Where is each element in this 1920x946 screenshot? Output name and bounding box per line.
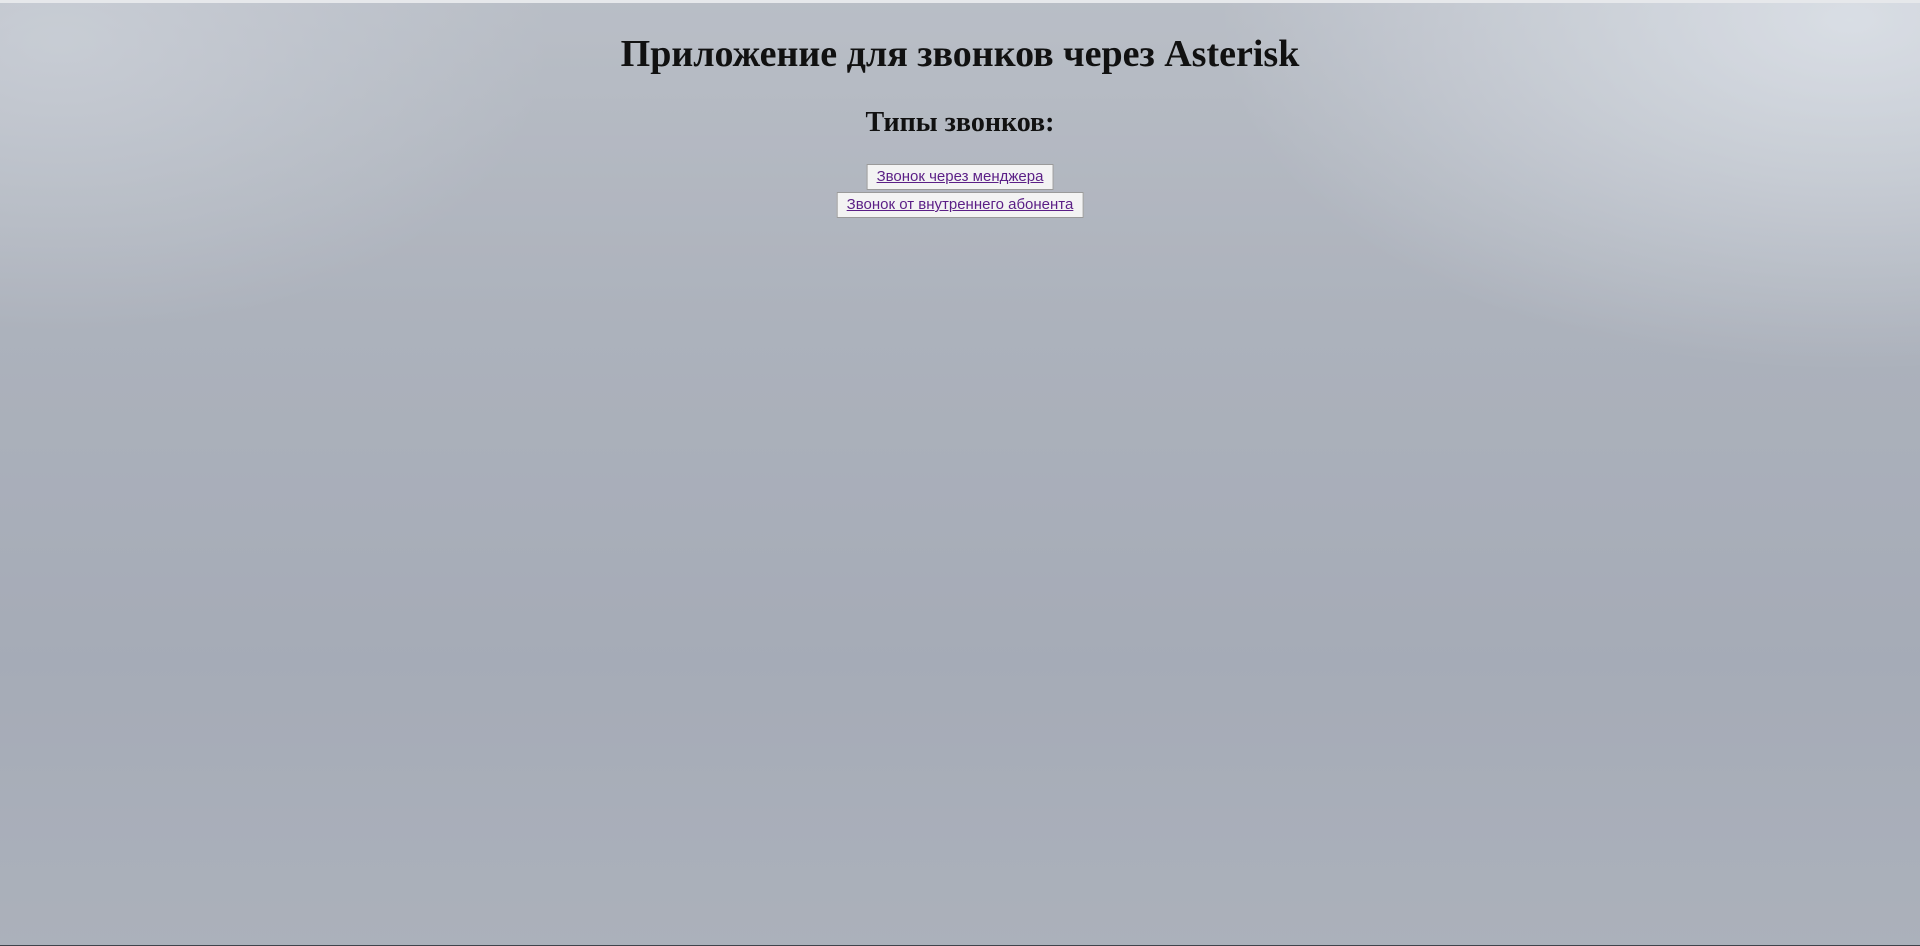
call-types-heading: Типы звонков: (865, 107, 1055, 138)
top-border (0, 0, 1920, 3)
call-from-internal-subscriber-link[interactable]: Звонок от внутреннего абонента (836, 192, 1084, 218)
leather-texture-background (0, 0, 1920, 946)
page-title: Приложение для звонков через Asterisk (620, 33, 1300, 75)
call-via-manager-link[interactable]: Звонок через менджера (866, 164, 1054, 190)
